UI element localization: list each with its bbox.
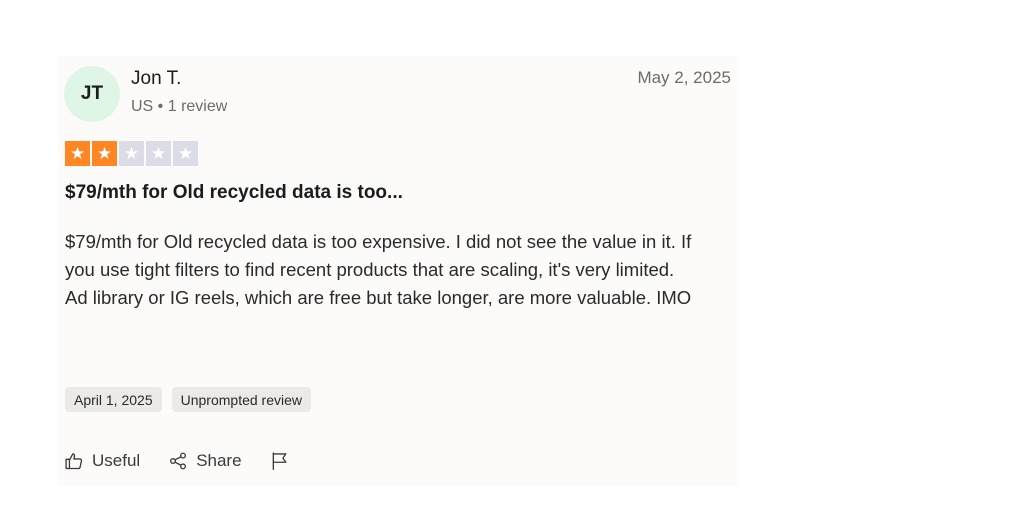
flag-button[interactable] [270,450,290,472]
star-rating: ★ ★ ★ ★ ★ [65,141,198,166]
review-title[interactable]: $79/mth for Old recycled data is too... [65,182,403,204]
review-body: $79/mth for Old recycled data is too exp… [65,228,725,312]
share-icon [168,451,188,471]
review-actions: Useful Share [64,450,290,472]
avatar[interactable]: JT [64,66,120,122]
star-icon-2: ★ [92,141,117,166]
share-label: Share [196,451,242,470]
review-date: May 2, 2025 [637,68,731,87]
reviewer-meta: US • 1 review [131,98,228,115]
useful-button[interactable]: Useful [64,451,140,471]
review-badges: April 1, 2025 Unprompted review [65,387,311,412]
review-paragraph: Ad library or IG reels, which are free b… [65,287,692,308]
star-icon-4: ★ [146,141,171,166]
star-icon-5: ★ [173,141,198,166]
review-paragraph: $79/mth for Old recycled data is too exp… [65,231,692,280]
star-icon-1: ★ [65,141,90,166]
review-card: JT Jon T. US • 1 review May 2, 2025 ★ ★ … [58,56,738,486]
star-icon-3: ★ [119,141,144,166]
share-button[interactable]: Share [168,451,242,471]
useful-label: Useful [92,451,141,470]
experience-date-badge: April 1, 2025 [65,387,162,412]
reviewer-name[interactable]: Jon T. [131,68,181,90]
thumbs-up-icon [64,451,84,471]
review-type-badge[interactable]: Unprompted review [171,387,311,412]
flag-icon [270,450,290,472]
